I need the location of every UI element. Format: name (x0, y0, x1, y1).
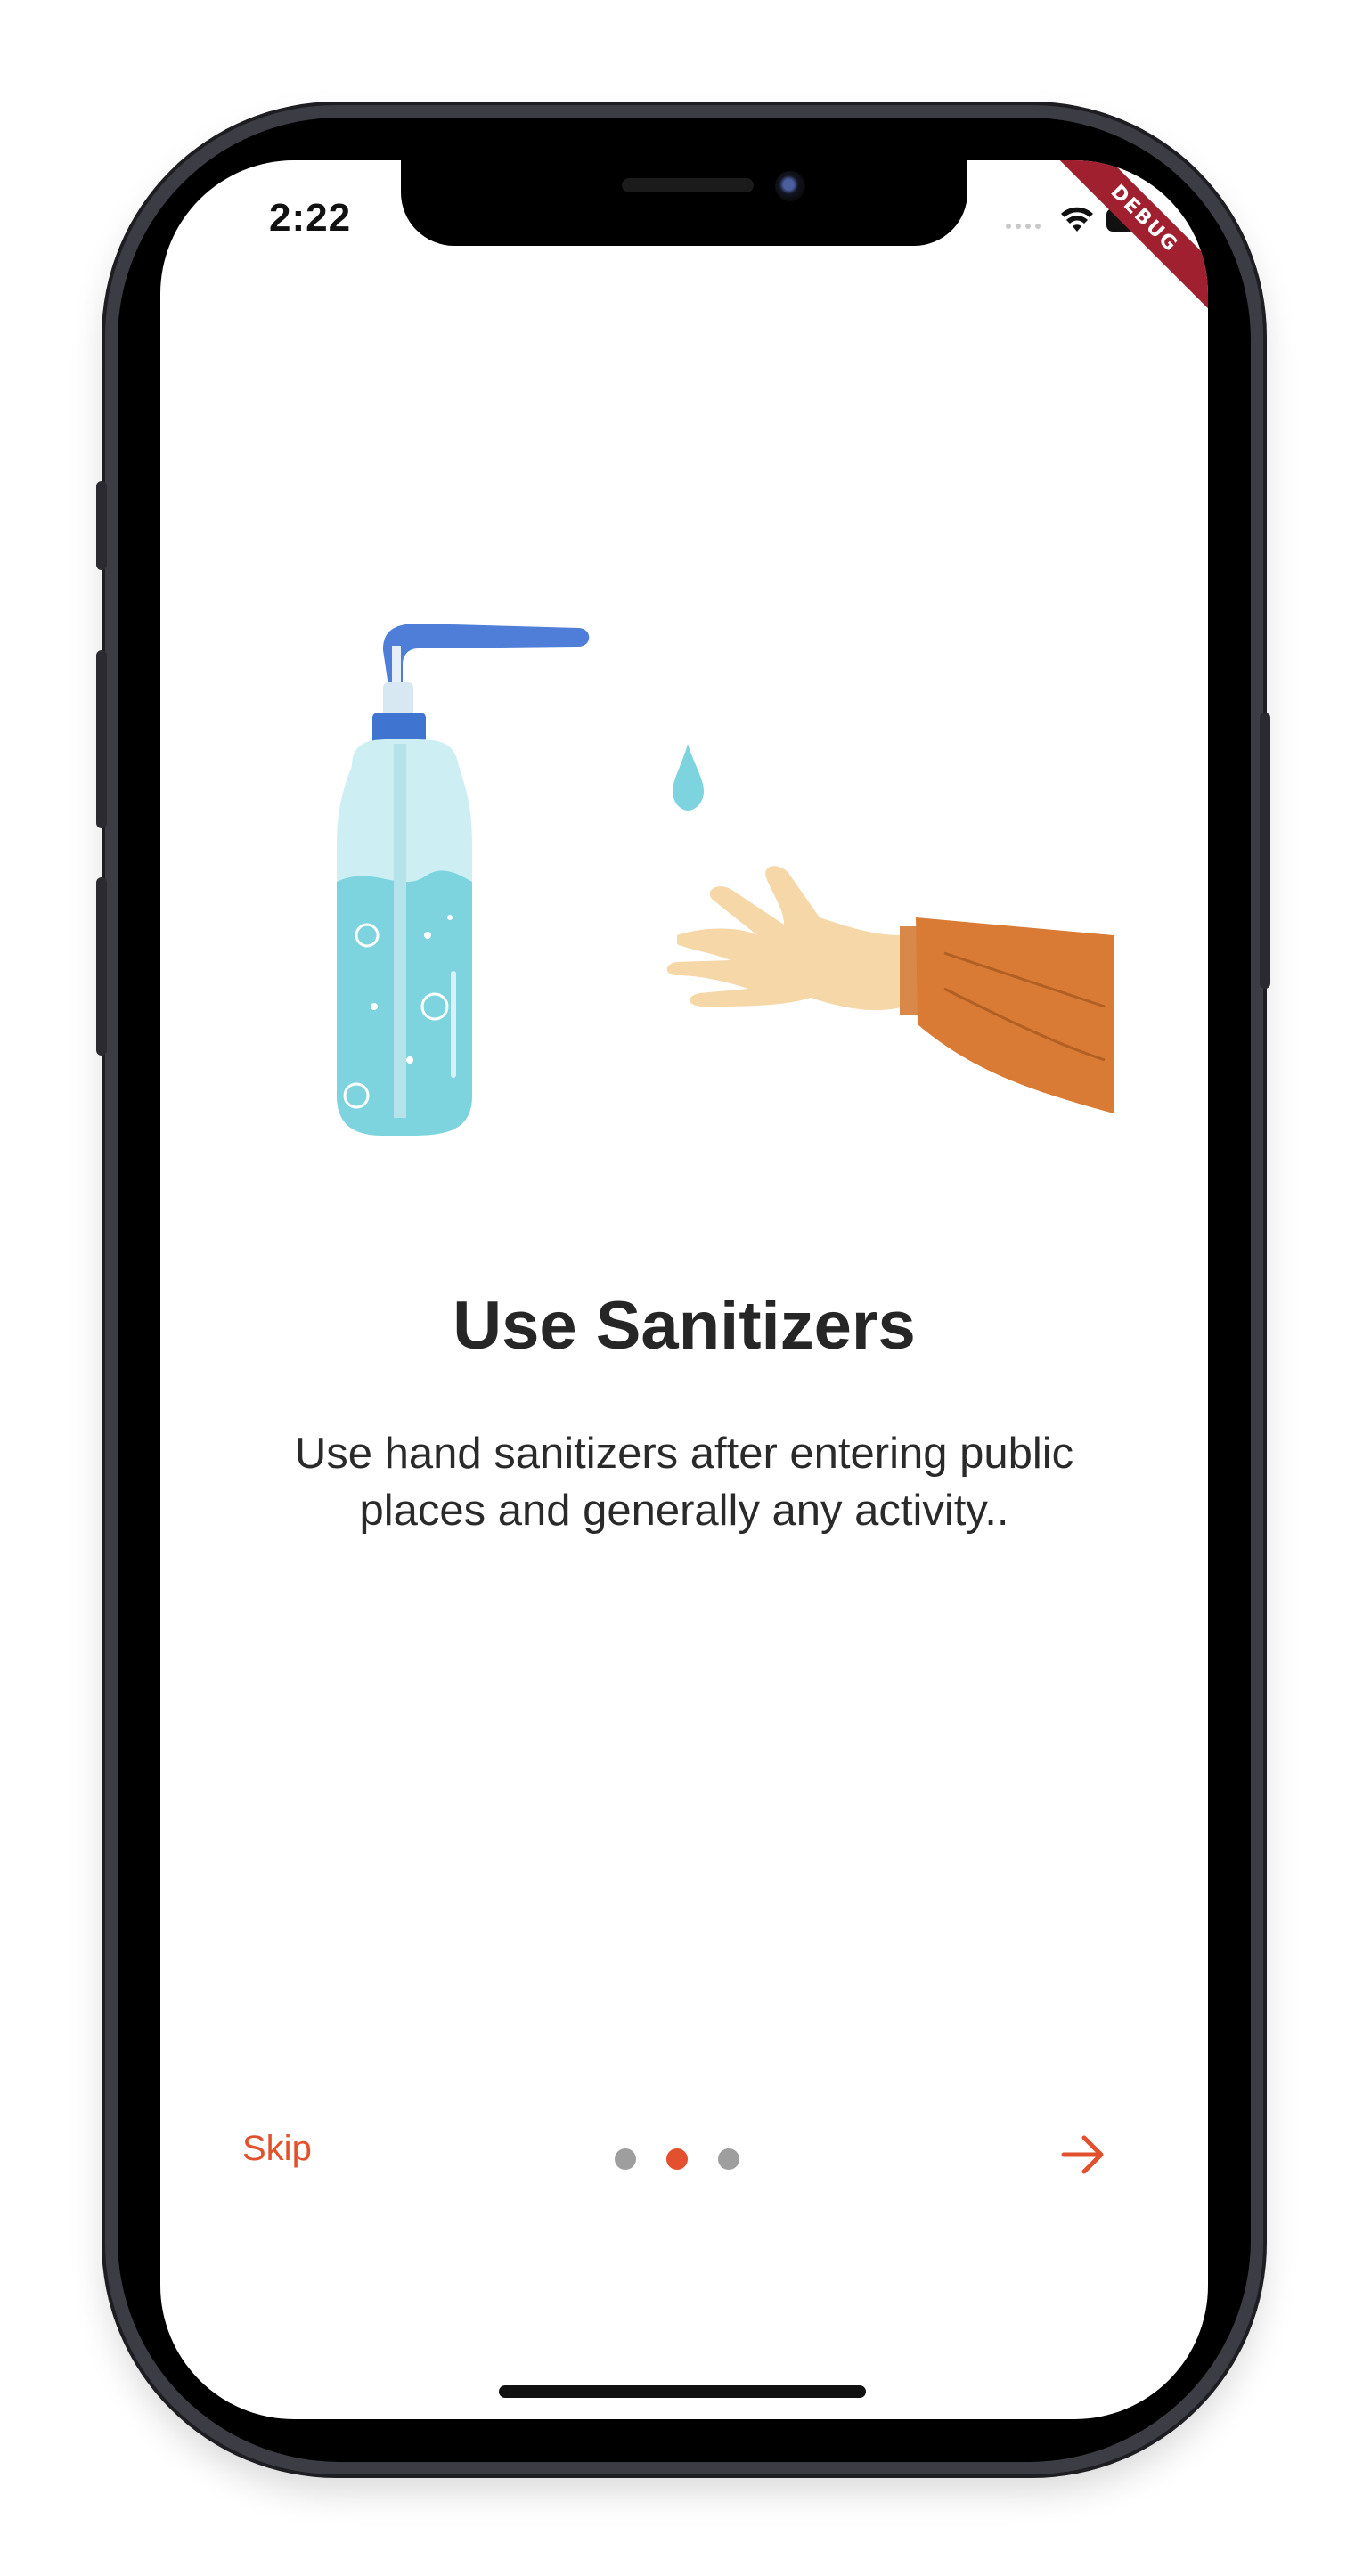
cellular-signal-icon (1006, 211, 1041, 229)
phone-screen: 2:22 DEBUG Use Sanitizers Use hand sanit… (160, 160, 1208, 2419)
volume-down-button (96, 877, 107, 1056)
onboarding-title: Use Sanitizers (453, 1288, 916, 1364)
hand-sanitizer-illustration (337, 624, 1114, 1136)
skip-button[interactable]: Skip (242, 2129, 312, 2169)
notch (401, 160, 967, 246)
volume-up-button (96, 650, 107, 828)
next-button[interactable] (1060, 2134, 1106, 2175)
page-dot-3[interactable] (718, 2148, 739, 2170)
onboarding-description: Use hand sanitizers after entering publi… (294, 1430, 1074, 1535)
wifi-icon (1061, 207, 1093, 232)
front-camera (775, 171, 805, 201)
arrow-right-icon (1061, 2135, 1104, 2174)
home-indicator[interactable] (499, 2385, 866, 2398)
status-time: 2:22 (269, 196, 352, 240)
power-button (1260, 713, 1270, 989)
page-dot-2-active[interactable] (666, 2148, 688, 2170)
silent-switch (96, 481, 107, 570)
earpiece-speaker (622, 178, 754, 192)
page-indicator (615, 2148, 739, 2170)
page-dot-1[interactable] (615, 2148, 636, 2170)
